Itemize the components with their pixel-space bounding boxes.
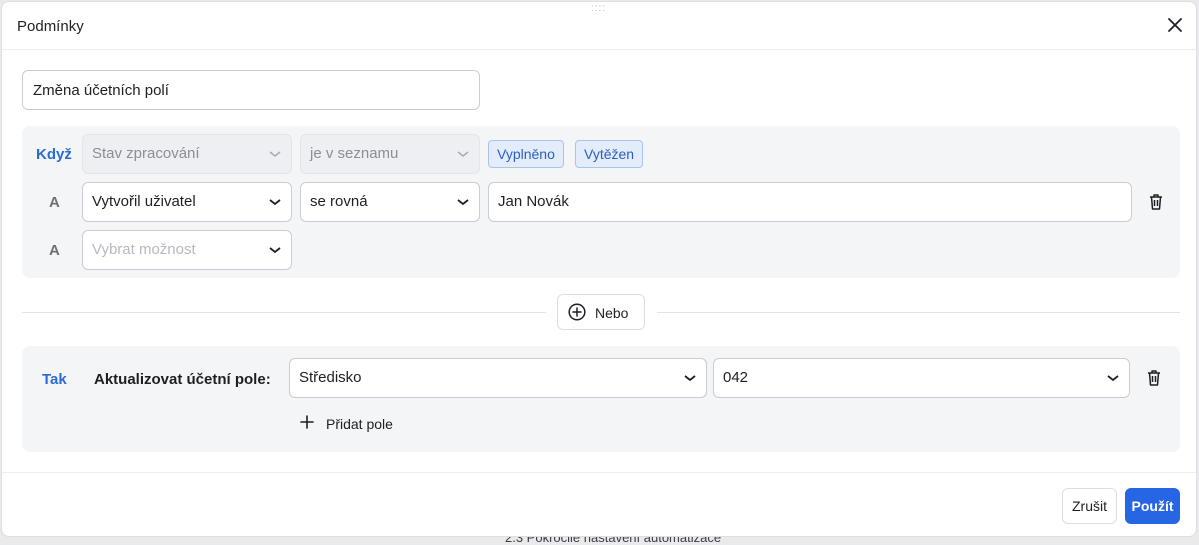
condition-operator-value: se rovná <box>310 193 368 210</box>
close-icon[interactable] <box>1166 16 1184 34</box>
condition-operator-select: je v seznamu <box>300 134 480 174</box>
select-placeholder: Vybrat možnost <box>92 241 196 258</box>
chevron-down-icon <box>457 151 469 158</box>
cancel-button[interactable]: Zrušit <box>1062 488 1117 524</box>
account-value-select[interactable]: 042 <box>713 358 1130 398</box>
trash-icon[interactable] <box>1148 193 1164 211</box>
trash-icon[interactable] <box>1146 369 1162 387</box>
conditions-dialog: :::: Podmínky Když Stav zpracování je v … <box>1 1 1197 537</box>
plus-circle-icon <box>568 303 586 321</box>
or-button-label: Nebo <box>595 305 629 321</box>
then-keyword: Tak <box>42 371 67 388</box>
condition-operator-select[interactable]: se rovná <box>300 182 480 222</box>
rule-name-input[interactable] <box>22 70 480 110</box>
condition-field-select[interactable]: Vytvořil uživatel <box>82 182 292 222</box>
condition-field-value: Stav zpracování <box>92 145 200 162</box>
condition-field-select: Stav zpracování <box>82 134 292 174</box>
conditions-panel: Když Stav zpracování je v seznamu Vyplně… <box>22 126 1180 278</box>
actions-panel: Tak Aktualizovat účetní pole: Středisko … <box>22 346 1180 452</box>
condition-value-input[interactable]: Jan Novák <box>488 182 1132 222</box>
add-field-label: Přidat pole <box>326 416 393 432</box>
chevron-down-icon <box>457 199 469 206</box>
account-field-value: Středisko <box>299 369 362 386</box>
dialog-title: Podmínky <box>17 18 84 35</box>
chevron-down-icon <box>1107 375 1119 382</box>
divider <box>22 312 546 313</box>
account-field-select[interactable]: Středisko <box>289 358 707 398</box>
chevron-down-icon <box>269 151 281 158</box>
plus-icon <box>300 415 314 429</box>
and-connector: A <box>49 194 60 211</box>
value-chip[interactable]: Vyplněno <box>488 140 564 168</box>
value-chip[interactable]: Vytěžen <box>575 140 644 168</box>
add-or-group-button[interactable]: Nebo <box>557 294 645 330</box>
dialog-header: Podmínky <box>2 2 1196 50</box>
account-value: 042 <box>723 369 749 386</box>
chevron-down-icon <box>684 375 696 382</box>
condition-field-value: Vytvořil uživatel <box>92 193 196 210</box>
and-connector: A <box>49 242 60 259</box>
condition-field-select[interactable]: Vybrat možnost <box>82 230 292 270</box>
chevron-down-icon <box>269 247 281 254</box>
apply-button[interactable]: Použít <box>1125 488 1180 524</box>
action-label: Aktualizovat účetní pole: <box>94 371 271 388</box>
footer-divider <box>2 472 1196 473</box>
chevron-down-icon <box>269 199 281 206</box>
divider <box>657 312 1180 313</box>
condition-operator-value: je v seznamu <box>310 145 399 162</box>
when-keyword: Když <box>36 146 72 163</box>
